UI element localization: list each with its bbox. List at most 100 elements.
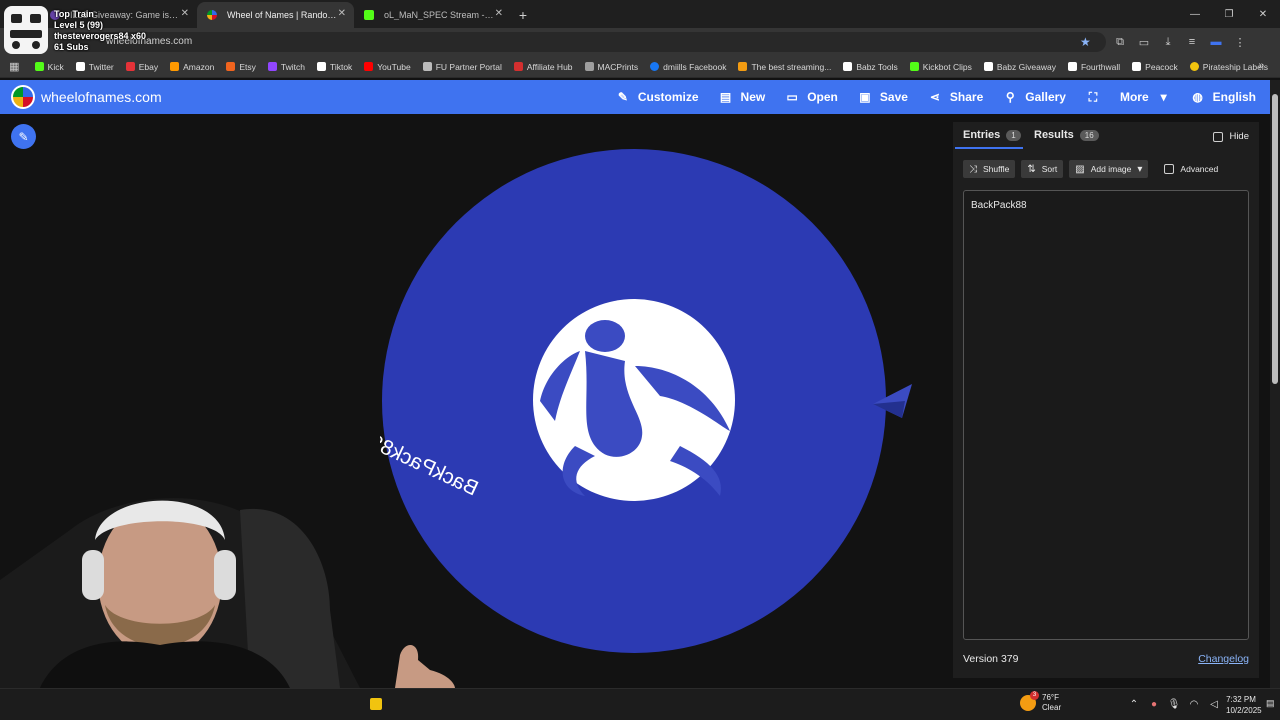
edit-pencil-button[interactable]: ✎ (11, 124, 36, 149)
advanced-toggle[interactable]: Advanced (1164, 164, 1218, 174)
hide-checkbox[interactable] (1213, 131, 1224, 142)
customize-button[interactable]: ✎ Customize (606, 80, 709, 114)
fullscreen-button[interactable]: ⛶ (1076, 80, 1110, 114)
shuffle-button[interactable]: ⤨ Shuffle (963, 160, 1016, 178)
bookmark-fourthwall[interactable]: Fourthwall (1067, 62, 1120, 72)
open-button[interactable]: ▭ Open (775, 80, 848, 114)
bookmarks-bar: ▦ Kick Twitter Ebay Amazon Etsy Twitch T… (0, 56, 1280, 78)
notification-bell-icon[interactable]: ▤ (1266, 698, 1276, 710)
fullscreen-icon: ⛶ (1088, 89, 1098, 104)
globe-icon: ◍ (1192, 90, 1203, 104)
new-tab-button[interactable]: + (511, 2, 535, 28)
volume-icon[interactable]: ◁ (1208, 698, 1220, 710)
minimize-icon[interactable]: — (1178, 0, 1212, 28)
bookmark-label: YouTube (377, 61, 411, 72)
panel-tabs: Entries 1 Results 16 Hide (953, 122, 1259, 150)
media-icon[interactable]: ≡ (1184, 32, 1200, 52)
bookmark-kick[interactable]: Kick (34, 62, 64, 72)
bookmark-amazon[interactable]: Amazon (170, 62, 214, 72)
close-icon[interactable]: ✕ (338, 8, 346, 19)
menu-label: Open (807, 90, 838, 104)
browser-tab-3[interactable]: oL_MaN_SPEC Stream - Watch Live ✕ (354, 2, 511, 28)
bookmark-streaming[interactable]: The best streaming... (738, 62, 831, 72)
save-button[interactable]: ▣ Save (848, 80, 918, 114)
bookmark-macprints[interactable]: MACPrints (584, 62, 638, 72)
system-clock[interactable]: 7:32 PM 10/2/2025 (1226, 694, 1262, 716)
weather-widget[interactable]: 3 76°F Clear (1020, 691, 1061, 713)
close-icon[interactable]: ✕ (495, 8, 503, 19)
system-tray: ⌃ ● 🎙 ◠ ◁ (1128, 698, 1220, 710)
microphone-icon[interactable]: 🎙 (1168, 698, 1181, 710)
page-scrollbar[interactable] (1270, 80, 1280, 688)
clock-time: 7:32 PM (1226, 695, 1256, 704)
wifi-icon[interactable]: ◠ (1188, 698, 1200, 710)
tab-entries[interactable]: Entries 1 (963, 129, 1021, 141)
bookmark-etsy[interactable]: Etsy (226, 62, 256, 72)
bookmark-twitter[interactable]: Twitter (75, 62, 114, 72)
bookmark-affiliate-hub[interactable]: Affiliate Hub (513, 62, 573, 72)
overlay-top-gifter: thesteverogers84 x60 (54, 31, 147, 41)
chevron-down-icon: ▾ (1160, 90, 1167, 104)
profile-icon[interactable]: ▬ (1208, 32, 1224, 52)
more-menu-button[interactable]: More ▾ (1110, 80, 1181, 114)
share-icon: ⋖ (929, 90, 940, 104)
extensions-icon[interactable]: ⧉ (1112, 32, 1128, 52)
tab-label: Results (1034, 129, 1074, 141)
etsy-icon (226, 62, 236, 71)
bookmark-babz-tools[interactable]: Babz Tools (843, 62, 898, 72)
train-wheel (12, 41, 20, 49)
bookmark-ebay[interactable]: Ebay (125, 62, 158, 72)
chevron-up-icon[interactable]: ⌃ (1128, 698, 1140, 710)
url-input[interactable]: wheelofnames.com (60, 32, 1106, 52)
changelog-link[interactable]: Changelog (1198, 653, 1249, 665)
bookmarks-overflow-icon[interactable]: » (1258, 60, 1264, 71)
fourthwall-icon (1067, 62, 1077, 71)
menu-label: Share (949, 90, 984, 104)
restore-icon[interactable]: ❐ (1212, 0, 1246, 28)
bookmark-peacock[interactable]: Peacock (1132, 62, 1178, 72)
weather-badge: 3 (1030, 691, 1039, 700)
bookmark-babz-giveaway[interactable]: Babz Giveaway (983, 62, 1056, 72)
tiktok-icon (316, 62, 326, 71)
entries-panel: Entries 1 Results 16 Hide ⤨ Shuffle ⇅ Sort… (953, 122, 1259, 678)
train-window (11, 14, 22, 23)
scrollbar-thumb[interactable] (1272, 94, 1278, 384)
security-icon[interactable]: ● (1148, 698, 1160, 710)
brand-title[interactable]: wheelofnames.com (41, 89, 162, 105)
bookmark-fu-partner[interactable]: FU Partner Portal (422, 62, 502, 72)
hide-toggle[interactable]: Hide (1213, 131, 1249, 142)
taskbar-app-icon[interactable] (370, 698, 382, 710)
caret-down-icon: ▾ (1137, 163, 1143, 175)
bookmark-facebook[interactable]: dmiills Facebook (650, 62, 726, 72)
share-button[interactable]: ⋖ Share (918, 80, 993, 114)
train-wheel (32, 41, 40, 49)
close-window-icon[interactable]: ✕ (1246, 0, 1280, 28)
bookmark-pirateship[interactable]: Pirateship Labels (1189, 62, 1268, 72)
new-button[interactable]: ▤ New (709, 80, 776, 114)
kebab-menu-icon[interactable]: ⋮ (1232, 32, 1248, 52)
windows-taskbar: 3 76°F Clear ⌃ ● 🎙 ◠ ◁ 7:32 PM 10/2/2025… (0, 688, 1280, 720)
wheel-logo-icon[interactable] (11, 85, 35, 109)
tab-favicon (364, 10, 374, 20)
bookmark-twitch[interactable]: Twitch (267, 62, 305, 72)
address-bar-row: wheelofnames.com ★ ⧉ ▭ ⤓ ≡ ▬ ⋮ (0, 28, 1280, 56)
bookmark-tiktok[interactable]: Tiktok (316, 62, 352, 72)
sort-button[interactable]: ⇅ Sort (1021, 160, 1064, 178)
browser-tab-2[interactable]: Wheel of Names | Random name picker ✕ (197, 2, 354, 28)
advanced-checkbox[interactable] (1164, 164, 1175, 174)
menu-label: More (1119, 90, 1149, 104)
active-tab-indicator (955, 147, 1023, 149)
bookmark-youtube[interactable]: YouTube (364, 61, 411, 72)
tab-results[interactable]: Results 16 (1034, 129, 1099, 141)
close-icon[interactable]: ✕ (181, 8, 189, 19)
language-button[interactable]: ◍ English (1181, 80, 1266, 114)
bookmark-kickbot[interactable]: Kickbot Clips (909, 62, 972, 72)
cast-icon[interactable]: ▭ (1136, 32, 1152, 52)
bookmark-star-icon[interactable]: ★ (1080, 32, 1096, 52)
apps-grid-icon[interactable]: ▦ (8, 60, 21, 74)
entries-textarea[interactable]: BackPack88 (963, 190, 1249, 640)
webcam-overlay-image (0, 498, 455, 688)
add-image-button[interactable]: ▨ Add image ▾ (1069, 160, 1149, 178)
gallery-button[interactable]: ⚲ Gallery (993, 80, 1076, 114)
download-icon[interactable]: ⤓ (1160, 32, 1176, 52)
